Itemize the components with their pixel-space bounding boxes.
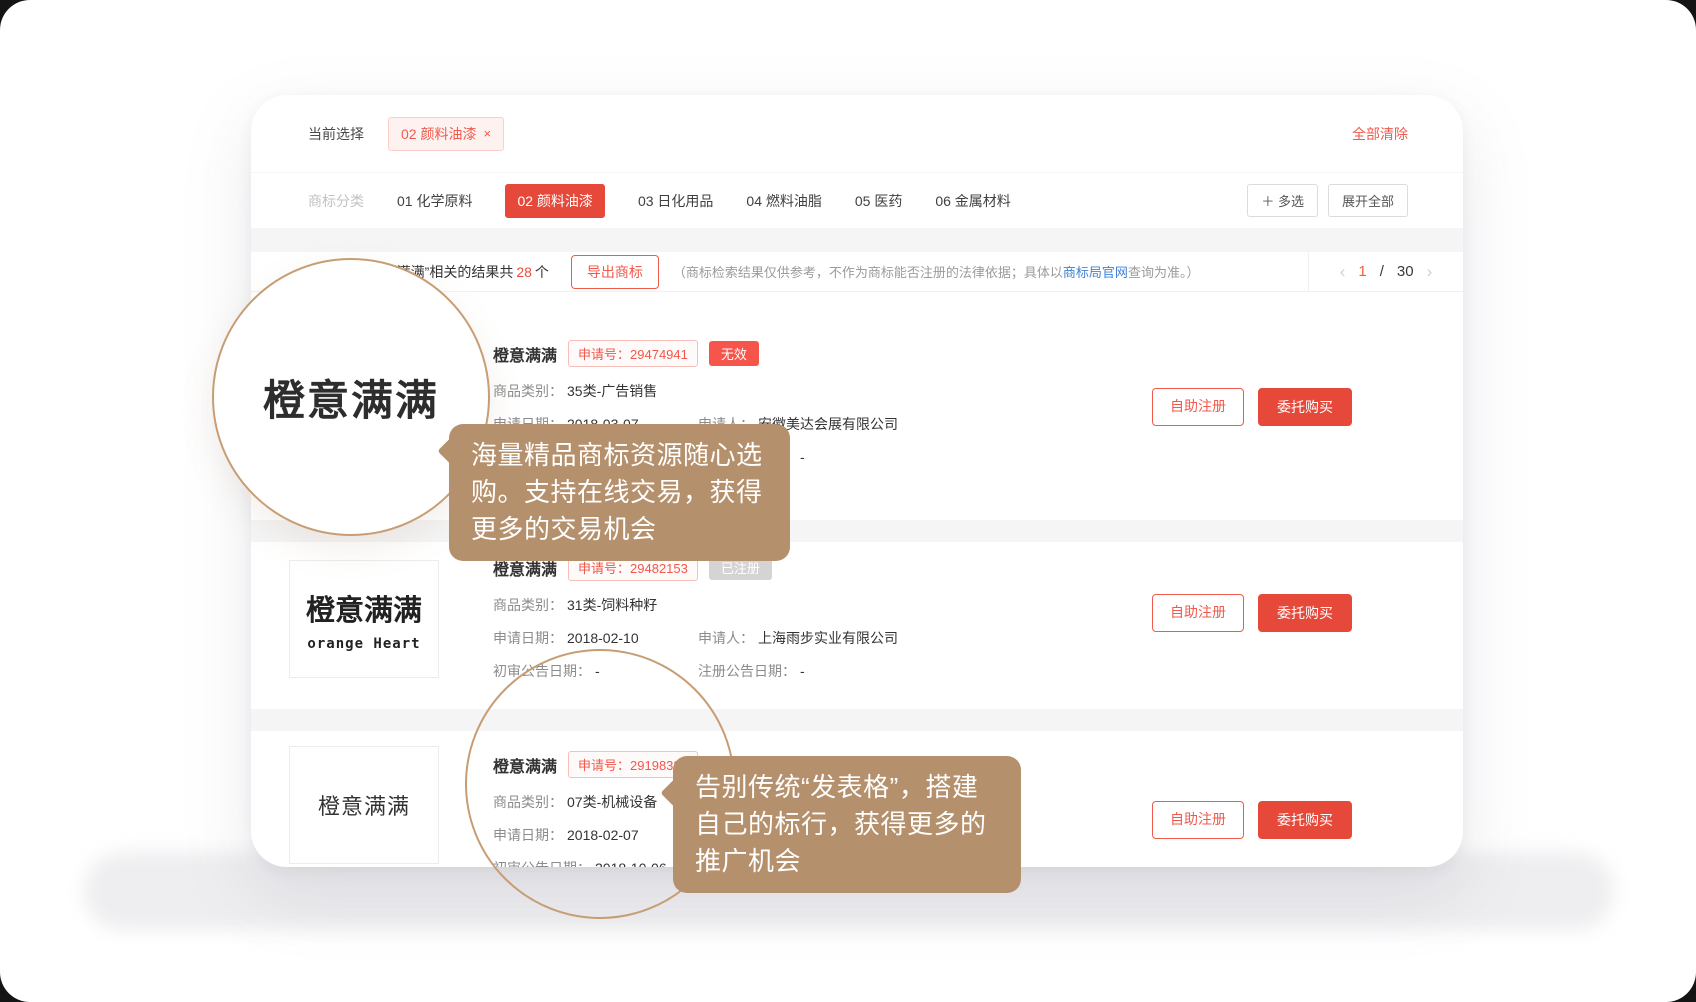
category-tab-02-active[interactable]: 02 颜料油漆 — [505, 184, 604, 218]
selected-filter-tag-label: 02 颜料油漆 — [401, 124, 476, 144]
row-divider — [251, 520, 1463, 542]
category-value: 31类-饲料种籽 — [567, 597, 657, 614]
total-pages: 30 — [1397, 263, 1414, 280]
multi-select-button[interactable]: ＋ 多选 — [1247, 184, 1318, 217]
magnified-trademark-text: 橙意满满 — [263, 367, 439, 428]
result-row: 橙意满满 orange Heart 橙意满满 申请号：29482153 已注册 … — [251, 542, 1463, 709]
category-bar: 商标分类 01 化学原料 02 颜料油漆 03 日化用品 04 燃料油脂 05 … — [251, 173, 1463, 228]
category-tab-05[interactable]: 05 医药 — [855, 191, 902, 211]
applicant-value: 上海雨步实业有限公司 — [758, 630, 898, 647]
section-divider — [251, 228, 1463, 252]
current-selection-label: 当前选择 — [308, 124, 364, 144]
selected-filter-tag[interactable]: 02 颜料油漆 × — [388, 117, 504, 151]
apply-date-value: 2018-02-10 — [567, 630, 639, 647]
self-register-button[interactable]: 自助注册 — [1152, 801, 1244, 839]
tooltip-marketplace: 海量精品商标资源随心选购。支持在线交易，获得更多的交易机会 — [449, 424, 790, 561]
reg-pub-value: - — [800, 663, 805, 680]
entrust-buy-button[interactable]: 委托购买 — [1258, 594, 1352, 632]
category-tab-03[interactable]: 03 日化用品 — [638, 191, 713, 211]
results-count: 28 — [516, 264, 532, 280]
next-page-icon[interactable]: › — [1427, 262, 1433, 282]
page-background: 当前选择 02 颜料油漆 × 全部清除 商标分类 01 化学原料 02 颜料油漆… — [0, 0, 1696, 1002]
trademark-image[interactable]: 橙意满满 — [289, 746, 439, 864]
application-number-badge: 申请号：29474941 — [568, 340, 698, 367]
reg-pub-label: 注册公告日期： — [698, 663, 796, 680]
self-register-button[interactable]: 自助注册 — [1152, 388, 1244, 426]
category-label: 商品类别： — [493, 597, 563, 614]
expand-all-button[interactable]: 展开全部 — [1328, 184, 1408, 217]
trademark-name[interactable]: 橙意满满 — [493, 342, 557, 366]
results-count-unit: 个 — [535, 262, 549, 282]
applicant-label: 申请人： — [698, 630, 754, 647]
current-selection-bar: 当前选择 02 颜料油漆 × 全部清除 — [251, 95, 1463, 173]
apply-date-label: 申请日期： — [493, 630, 563, 647]
category-tab-04[interactable]: 04 燃料油脂 — [746, 191, 821, 211]
category-bar-label: 商标分类 — [308, 191, 364, 211]
status-badge: 无效 — [709, 341, 759, 366]
self-register-button[interactable]: 自助注册 — [1152, 594, 1244, 632]
trademark-office-link[interactable]: 商标局官网 — [1063, 265, 1128, 280]
pagination: ‹ 1 / 30 › — [1308, 252, 1463, 291]
category-tab-01[interactable]: 01 化学原料 — [397, 191, 472, 211]
category-label: 商品类别： — [493, 383, 563, 400]
export-trademarks-button[interactable]: 导出商标 — [571, 255, 659, 289]
results-summary-middle: 相关的结果共 — [429, 262, 513, 282]
tooltip-promotion: 告别传统“发表格”，搭建自己的标行，获得更多的推广机会 — [673, 756, 1021, 893]
page-separator: / — [1380, 263, 1384, 280]
disclaimer-text: （商标检索结果仅供参考，不作为商标能否注册的法律依据；具体以商标局官网查询为准。… — [673, 262, 1200, 281]
remove-tag-icon[interactable]: × — [483, 127, 491, 140]
row-divider — [251, 709, 1463, 731]
reg-pub-value: - — [800, 449, 805, 466]
category-value: 35类-广告销售 — [567, 383, 657, 400]
current-page: 1 — [1358, 263, 1366, 280]
trademark-image[interactable]: 橙意满满 orange Heart — [289, 560, 439, 678]
entrust-buy-button[interactable]: 委托购买 — [1258, 801, 1352, 839]
prev-page-icon[interactable]: ‹ — [1340, 262, 1346, 282]
clear-all-button[interactable]: 全部清除 — [1352, 124, 1408, 144]
category-tab-06[interactable]: 06 金属材料 — [935, 191, 1010, 211]
entrust-buy-button[interactable]: 委托购买 — [1258, 388, 1352, 426]
